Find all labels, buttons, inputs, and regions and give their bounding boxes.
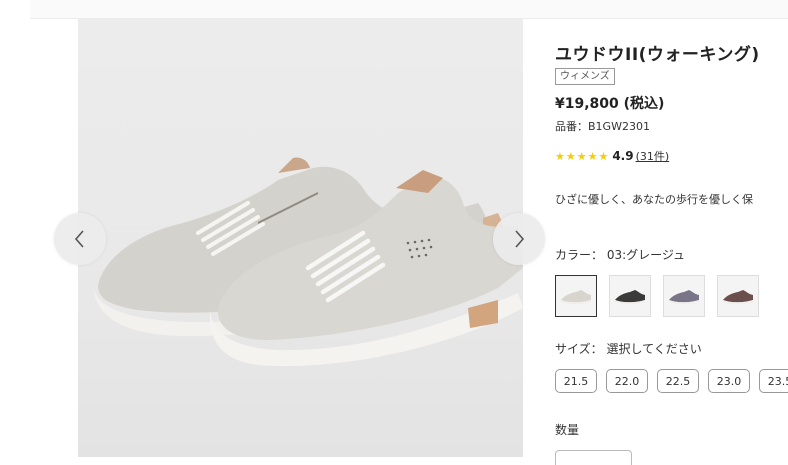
product-photo [93, 157, 523, 367]
product-image-area [78, 18, 523, 457]
rating-summary: ★★★★★ 4.9 (31件) [555, 148, 669, 164]
color-swatch[interactable] [609, 275, 651, 317]
shoe-thumbnail-icon [561, 290, 591, 305]
color-label: カラー： 03:グレージュ [555, 248, 686, 262]
shoe-thumbnail-icon [669, 290, 699, 305]
shoe-thumbnail-icon [723, 290, 753, 305]
chevron-left-icon [74, 230, 84, 248]
quantity-select[interactable] [555, 450, 632, 465]
size-option-button[interactable]: 23.5 [759, 369, 788, 393]
size-label: サイズ： 選択してください [555, 342, 702, 356]
category-badge: ウィメンズ [555, 68, 615, 85]
chevron-right-icon [515, 230, 525, 248]
product-description: ひざに優しく、あなたの歩行を優しく保 [555, 193, 753, 206]
next-image-button[interactable] [493, 213, 545, 265]
shoe-thumbnail-icon [615, 290, 645, 305]
product-price: ¥19,800 (税込) [555, 96, 665, 112]
size-option-button[interactable]: 22.5 [657, 369, 699, 393]
color-swatch[interactable] [717, 275, 759, 317]
product-sku: 品番：B1GW2301 [555, 120, 650, 133]
review-count-link[interactable]: (31件) [636, 148, 670, 164]
previous-image-button[interactable] [54, 213, 106, 265]
rating-score: 4.9 [612, 149, 634, 163]
color-swatch[interactable] [663, 275, 705, 317]
rating-stars-icon: ★★★★★ [555, 149, 610, 163]
top-bar [30, 0, 788, 19]
size-option-button[interactable]: 22.0 [606, 369, 648, 393]
color-swatch[interactable] [555, 275, 597, 317]
size-option-button[interactable]: 23.0 [708, 369, 750, 393]
product-title: ユウドウII(ウォーキング) [555, 45, 760, 65]
quantity-label: 数量 [555, 423, 580, 437]
size-option-button[interactable]: 21.5 [555, 369, 597, 393]
